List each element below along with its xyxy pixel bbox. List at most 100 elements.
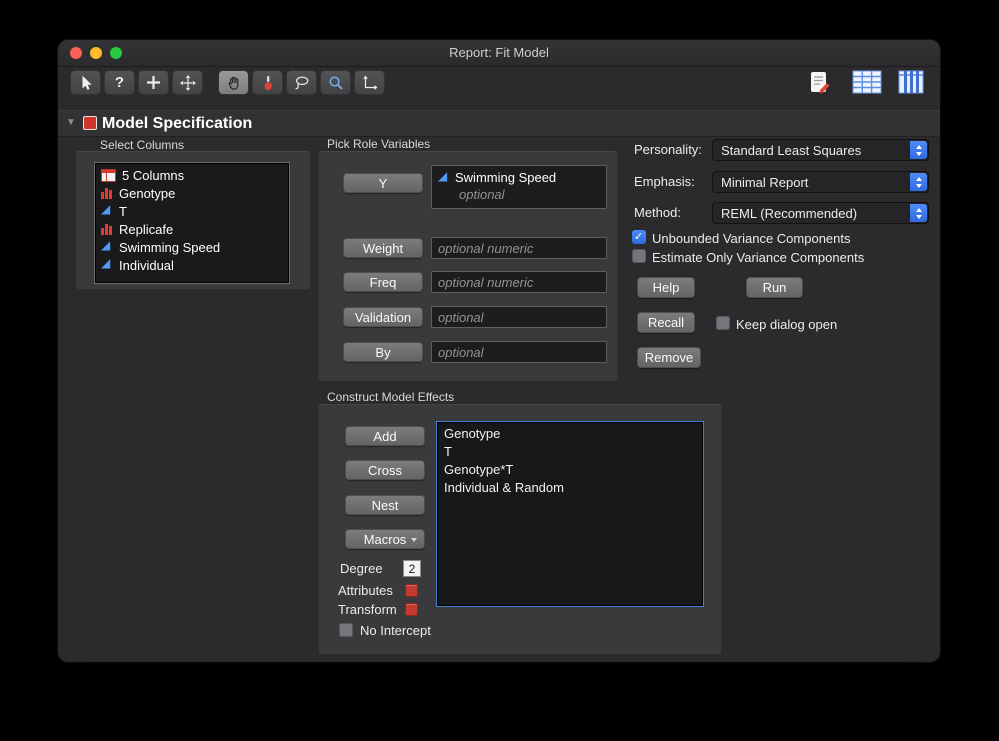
model-effects-list[interactable]: GenotypeTGenotype*TIndividual & Random	[436, 421, 704, 607]
recall-button[interactable]: Recall	[637, 312, 695, 333]
macros-button[interactable]: Macros	[345, 529, 425, 549]
column-type-icon	[101, 223, 113, 235]
pointer-tool-button[interactable]	[70, 70, 101, 95]
magnifier-tool-button[interactable]	[320, 70, 351, 95]
move-icon	[180, 75, 196, 91]
lasso-icon	[294, 75, 310, 91]
weight-role-button[interactable]: Weight	[343, 238, 423, 258]
column-type-icon	[101, 259, 113, 271]
estimate-only-label: Estimate Only Variance Components	[652, 250, 864, 265]
effects-items: GenotypeTGenotype*TIndividual & Random	[441, 425, 699, 497]
lasso-tool-button[interactable]	[286, 70, 317, 95]
weight-placeholder: optional numeric	[438, 241, 533, 256]
brush-icon	[261, 75, 275, 91]
pick-roles-label: Pick Role Variables	[327, 137, 430, 151]
method-label: Method:	[634, 205, 681, 220]
no-intercept-label: No Intercept	[360, 623, 431, 638]
column-item[interactable]: Swimming Speed	[99, 238, 285, 256]
y-role-button[interactable]: Y	[343, 173, 423, 193]
run-button[interactable]: Run	[746, 277, 803, 298]
pointer-icon	[78, 75, 93, 91]
columns-view-button[interactable]	[898, 70, 924, 94]
attributes-menu-button[interactable]	[405, 584, 418, 597]
desktop-background: Report: Fit Model	[0, 0, 999, 741]
toolbar-group-primary	[70, 70, 203, 95]
column-item[interactable]: T	[99, 202, 285, 220]
pick-roles-panel: Y Swimming Speed optional Weight optiona…	[318, 150, 618, 382]
by-placeholder: optional	[438, 345, 484, 360]
no-intercept-checkbox[interactable]	[339, 623, 353, 637]
keep-dialog-open-label: Keep dialog open	[736, 317, 837, 332]
move-tool-button[interactable]	[172, 70, 203, 95]
y-drop-zone[interactable]: Swimming Speed optional	[431, 165, 607, 209]
grabber-tool-button[interactable]	[218, 70, 249, 95]
crosshair-tool-button[interactable]	[138, 70, 169, 95]
axis-icon	[362, 75, 378, 91]
by-role-button[interactable]: By	[343, 342, 423, 362]
validation-drop-zone[interactable]: optional	[431, 306, 607, 328]
column-item[interactable]: Replicafe	[99, 220, 285, 238]
chevron-down-icon	[411, 538, 417, 542]
column-label: Genotype	[119, 186, 175, 201]
freq-drop-zone[interactable]: optional numeric	[431, 271, 607, 293]
effect-item[interactable]: Individual & Random	[441, 479, 699, 497]
toolbar-group-selection	[218, 70, 385, 95]
help-tool-button[interactable]	[104, 70, 135, 95]
method-value: REML (Recommended)	[721, 206, 857, 221]
validation-placeholder: optional	[438, 310, 484, 325]
personality-label: Personality:	[634, 142, 702, 157]
degree-input[interactable]: 2	[403, 560, 421, 577]
brush-tool-button[interactable]	[252, 70, 283, 95]
continuous-type-icon	[438, 172, 450, 184]
fit-model-window: Report: Fit Model	[58, 40, 940, 662]
method-select[interactable]: REML (Recommended)	[712, 202, 929, 224]
report-red-icon[interactable]	[83, 116, 97, 130]
window-title: Report: Fit Model	[58, 40, 940, 66]
freq-role-button[interactable]: Freq	[343, 272, 423, 292]
emphasis-label: Emphasis:	[634, 174, 695, 189]
disclosure-triangle-icon[interactable]	[66, 117, 76, 128]
transform-menu-button[interactable]	[405, 603, 418, 616]
data-grid-icon	[852, 70, 882, 94]
add-button[interactable]: Add	[345, 426, 425, 446]
validation-role-button[interactable]: Validation	[343, 307, 423, 327]
column-label: Swimming Speed	[119, 240, 220, 255]
personality-select[interactable]: Standard Least Squares	[712, 139, 929, 161]
titlebar[interactable]: Report: Fit Model	[58, 40, 940, 67]
minimize-button[interactable]	[90, 47, 102, 59]
remove-button[interactable]: Remove	[637, 347, 701, 368]
columns-count-label: 5 Columns	[122, 168, 184, 183]
effect-item[interactable]: T	[441, 443, 699, 461]
column-type-icon	[101, 187, 113, 199]
script-button[interactable]	[808, 70, 834, 96]
macros-label: Macros	[364, 532, 407, 547]
cross-button[interactable]: Cross	[345, 460, 425, 480]
estimate-only-checkbox[interactable]	[632, 249, 646, 263]
column-item[interactable]: Individual	[99, 256, 285, 274]
construct-effects-label: Construct Model Effects	[327, 390, 454, 404]
column-label: Replicafe	[119, 222, 173, 237]
close-button[interactable]	[70, 47, 82, 59]
keep-dialog-open-checkbox[interactable]	[716, 316, 730, 330]
zoom-button[interactable]	[110, 47, 122, 59]
axis-tool-button[interactable]	[354, 70, 385, 95]
script-icon	[808, 70, 834, 96]
column-item[interactable]: Genotype	[99, 184, 285, 202]
y-hint: optional	[459, 187, 600, 202]
y-variable-label: Swimming Speed	[455, 170, 556, 185]
nest-button[interactable]: Nest	[345, 495, 425, 515]
data-table-icon	[101, 169, 116, 182]
by-drop-zone[interactable]: optional	[431, 341, 607, 363]
effect-item[interactable]: Genotype*T	[441, 461, 699, 479]
column-type-icon	[101, 241, 113, 253]
unbounded-variance-checkbox[interactable]	[632, 230, 646, 244]
y-variable-row[interactable]: Swimming Speed	[438, 170, 600, 185]
emphasis-select[interactable]: Minimal Report	[712, 171, 929, 193]
degree-label: Degree	[340, 561, 383, 576]
column-label: T	[119, 204, 127, 219]
select-columns-list[interactable]: 5 Columns Genotype T Replicafe	[94, 162, 290, 284]
data-grid-button[interactable]	[852, 70, 882, 94]
help-button[interactable]: Help	[637, 277, 695, 298]
effect-item[interactable]: Genotype	[441, 425, 699, 443]
weight-drop-zone[interactable]: optional numeric	[431, 237, 607, 259]
